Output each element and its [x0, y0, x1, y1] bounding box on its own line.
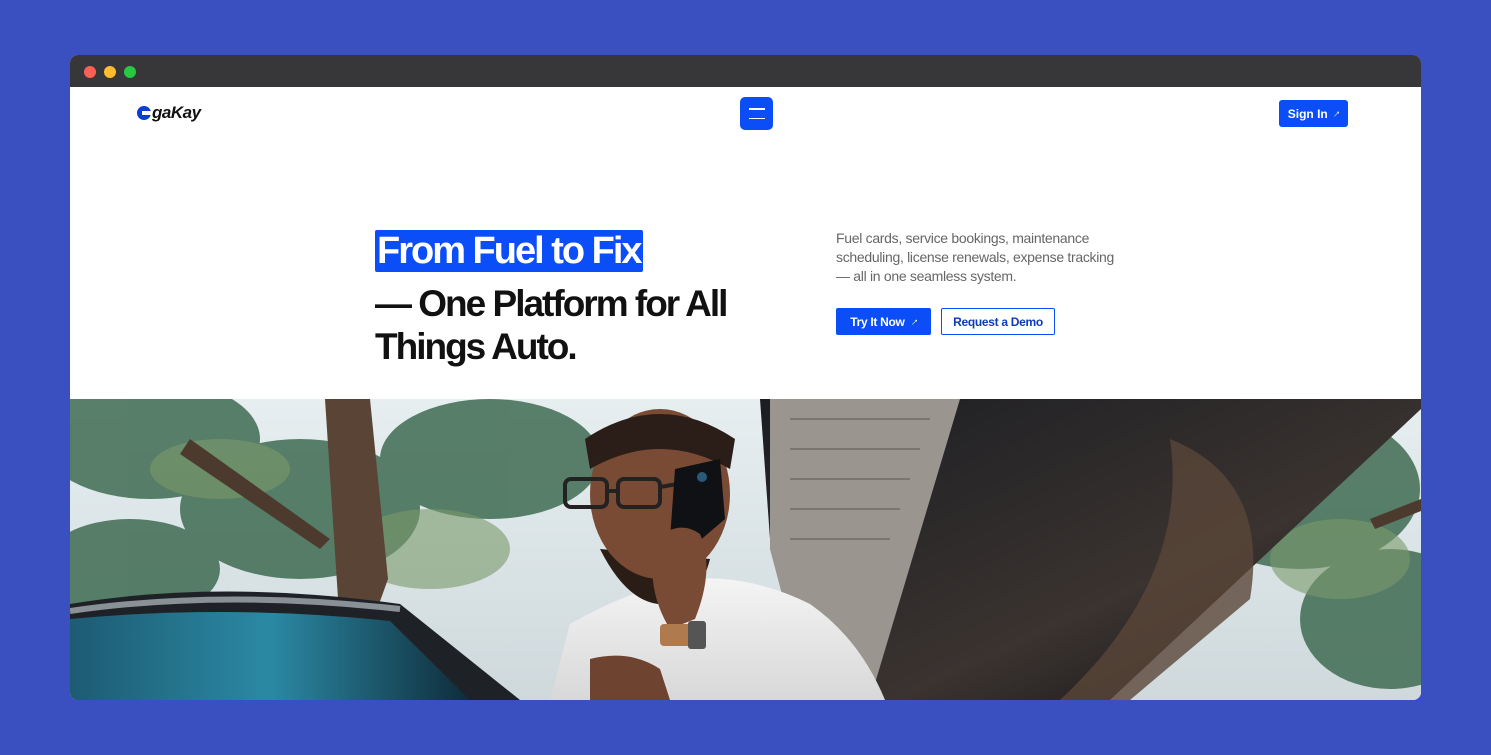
maximize-window-icon[interactable]	[124, 66, 136, 78]
request-demo-label: Request a Demo	[953, 314, 1043, 329]
close-window-icon[interactable]	[84, 66, 96, 78]
landing-page: gaKay Sign In ↑ From Fuel to Fix — One P…	[70, 87, 1421, 700]
menu-button[interactable]	[740, 97, 773, 130]
try-it-now-button[interactable]: Try It Now ↑	[836, 308, 931, 335]
hero-photo	[70, 399, 1421, 700]
brand-logo[interactable]: gaKay	[137, 101, 201, 125]
arrow-up-right-icon: ↑	[908, 315, 921, 328]
hamburger-menu-icon	[748, 108, 765, 110]
browser-window: gaKay Sign In ↑ From Fuel to Fix — One P…	[70, 55, 1421, 700]
hero-image	[70, 399, 1421, 700]
sign-in-label: Sign In	[1287, 106, 1328, 121]
hero-description: Fuel cards, service bookings, maintenanc…	[836, 230, 1115, 284]
hero-headline-highlight: From Fuel to Fix	[375, 230, 643, 272]
brand-name: gaKay	[152, 103, 201, 122]
arrow-up-right-icon: ↑	[1330, 107, 1343, 120]
minimize-window-icon[interactable]	[104, 66, 116, 78]
request-demo-button[interactable]: Request a Demo	[941, 308, 1055, 335]
try-it-now-label: Try It Now	[850, 314, 905, 329]
hamburger-menu-icon	[748, 117, 765, 119]
window-titlebar	[70, 55, 1421, 87]
logo-mark-icon	[137, 106, 151, 120]
sign-in-button[interactable]: Sign In ↑	[1279, 100, 1348, 127]
hero-headline: — One Platform for All Things Auto.	[375, 283, 728, 367]
